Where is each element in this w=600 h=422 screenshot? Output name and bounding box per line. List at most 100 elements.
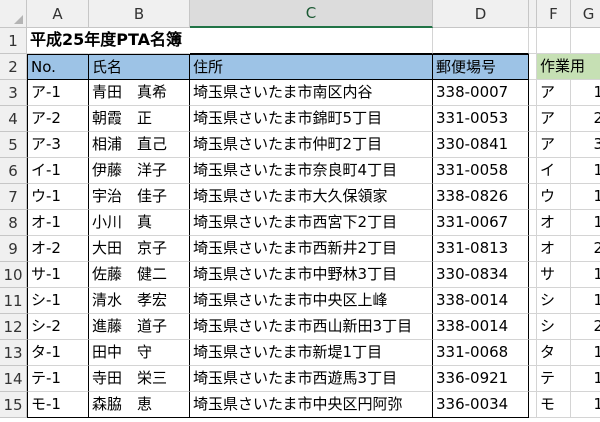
column-header-a[interactable]: A <box>27 0 89 28</box>
cell-e2[interactable] <box>529 54 537 80</box>
cell-count[interactable]: 3 <box>571 132 600 158</box>
cell-address[interactable]: 埼玉県さいたま市仲町2丁目 <box>190 132 433 158</box>
row-header-4[interactable]: 4 <box>0 106 27 132</box>
row-header-14[interactable]: 14 <box>0 366 27 392</box>
cell-name[interactable]: 清水 孝宏 <box>89 288 190 314</box>
cell-kana[interactable]: ア <box>537 106 571 132</box>
cell-name[interactable]: 小川 真 <box>89 210 190 236</box>
row-header-9[interactable]: 9 <box>0 236 27 262</box>
cell-no[interactable]: サ-1 <box>27 262 89 288</box>
cell-name[interactable]: 相浦 直己 <box>89 132 190 158</box>
cell-kana[interactable]: ア <box>537 132 571 158</box>
cell-kana[interactable]: モ <box>537 392 571 418</box>
cell-count[interactable]: 1 <box>571 262 600 288</box>
row-header-8[interactable]: 8 <box>0 210 27 236</box>
cell-e[interactable] <box>529 106 537 132</box>
cell-name[interactable]: 青田 真希 <box>89 80 190 106</box>
cell-e1[interactable] <box>529 28 537 54</box>
column-header-f[interactable]: F <box>537 0 571 28</box>
cell-e[interactable] <box>529 288 537 314</box>
cell-kana[interactable]: シ <box>537 314 571 340</box>
cell-address[interactable]: 埼玉県さいたま市大久保領家 <box>190 184 433 210</box>
header-name[interactable]: 氏名 <box>89 54 190 80</box>
cell-kana[interactable]: サ <box>537 262 571 288</box>
cell-count[interactable]: 1 <box>571 288 600 314</box>
cell-name[interactable]: 朝霞 正 <box>89 106 190 132</box>
cell-e[interactable] <box>529 184 537 210</box>
cell-e[interactable] <box>529 80 537 106</box>
cell-postal[interactable]: 330-0841 <box>433 132 529 158</box>
cell-name[interactable]: 田中 守 <box>89 340 190 366</box>
cell-name[interactable]: 伊藤 洋子 <box>89 158 190 184</box>
cell-no[interactable]: テ-1 <box>27 366 89 392</box>
cell-postal[interactable]: 330-0834 <box>433 262 529 288</box>
cell-postal[interactable]: 331-0813 <box>433 236 529 262</box>
cell-address[interactable]: 埼玉県さいたま市奈良町4丁目 <box>190 158 433 184</box>
cell-kana[interactable]: オ <box>537 236 571 262</box>
cell-address[interactable]: 埼玉県さいたま市西山新田3丁目 <box>190 314 433 340</box>
cell-count[interactable]: 2 <box>571 314 600 340</box>
cell-count[interactable]: 1 <box>571 340 600 366</box>
header-address[interactable]: 住所 <box>190 54 433 80</box>
row-header-3[interactable]: 3 <box>0 80 27 106</box>
cell-no[interactable]: シ-1 <box>27 288 89 314</box>
row-header-7[interactable]: 7 <box>0 184 27 210</box>
cell-kana[interactable]: ア <box>537 80 571 106</box>
cell-count[interactable]: 1 <box>571 210 600 236</box>
cell-name[interactable]: 森脇 恵 <box>89 392 190 418</box>
select-all-corner[interactable] <box>0 0 27 28</box>
cell-e[interactable] <box>529 210 537 236</box>
cell-address[interactable]: 埼玉県さいたま市中野林3丁目 <box>190 262 433 288</box>
row-header-6[interactable]: 6 <box>0 158 27 184</box>
cell-postal[interactable]: 338-0014 <box>433 288 529 314</box>
header-no[interactable]: No. <box>27 54 89 80</box>
cell-no[interactable]: オ-1 <box>27 210 89 236</box>
cell-e[interactable] <box>529 132 537 158</box>
cell-postal[interactable]: 331-0058 <box>433 158 529 184</box>
cell-d1[interactable] <box>433 28 529 54</box>
cell-count[interactable]: 1 <box>571 184 600 210</box>
cell-address[interactable]: 埼玉県さいたま市中央区円阿弥 <box>190 392 433 418</box>
cell-e[interactable] <box>529 392 537 418</box>
cell-postal[interactable]: 336-0921 <box>433 366 529 392</box>
cell-c1[interactable] <box>190 28 433 54</box>
cell-no[interactable]: ア-1 <box>27 80 89 106</box>
cell-no[interactable]: タ-1 <box>27 340 89 366</box>
cell-kana[interactable]: テ <box>537 366 571 392</box>
column-header-d[interactable]: D <box>433 0 529 28</box>
cell-e[interactable] <box>529 262 537 288</box>
cell-count[interactable]: 1 <box>571 392 600 418</box>
row-header-10[interactable]: 10 <box>0 262 27 288</box>
column-header-hidden[interactable] <box>529 0 537 28</box>
column-header-b[interactable]: B <box>89 0 190 28</box>
cell-e[interactable] <box>529 158 537 184</box>
cell-postal[interactable]: 338-0826 <box>433 184 529 210</box>
cell-g1[interactable] <box>571 28 600 54</box>
cell-address[interactable]: 埼玉県さいたま市西新井2丁目 <box>190 236 433 262</box>
cell-e[interactable] <box>529 236 537 262</box>
cell-count[interactable]: 1 <box>571 366 600 392</box>
cell-address[interactable]: 埼玉県さいたま市西遊馬3丁目 <box>190 366 433 392</box>
header-work[interactable]: 作業用 <box>537 54 585 80</box>
cell-kana[interactable]: オ <box>537 210 571 236</box>
cell-name[interactable]: 佐藤 健二 <box>89 262 190 288</box>
cell-kana[interactable]: タ <box>537 340 571 366</box>
cell-postal[interactable]: 336-0034 <box>433 392 529 418</box>
cell-address[interactable]: 埼玉県さいたま市新堤1丁目 <box>190 340 433 366</box>
cell-no[interactable]: ウ-1 <box>27 184 89 210</box>
cell-name[interactable]: 宇治 佳子 <box>89 184 190 210</box>
header-postal[interactable]: 郵便場号 <box>433 54 529 80</box>
cell-no[interactable]: イ-1 <box>27 158 89 184</box>
row-header-12[interactable]: 12 <box>0 314 27 340</box>
column-header-g[interactable]: G <box>571 0 600 28</box>
row-header-11[interactable]: 11 <box>0 288 27 314</box>
cell-no[interactable]: モ-1 <box>27 392 89 418</box>
cell-name[interactable]: 大田 京子 <box>89 236 190 262</box>
cell-name[interactable]: 寺田 栄三 <box>89 366 190 392</box>
cell-count[interactable]: 2 <box>571 236 600 262</box>
cell-name[interactable]: 進藤 道子 <box>89 314 190 340</box>
cell-e[interactable] <box>529 366 537 392</box>
cell-kana[interactable]: イ <box>537 158 571 184</box>
cell-count[interactable]: 1 <box>571 80 600 106</box>
cell-count[interactable]: 2 <box>571 106 600 132</box>
